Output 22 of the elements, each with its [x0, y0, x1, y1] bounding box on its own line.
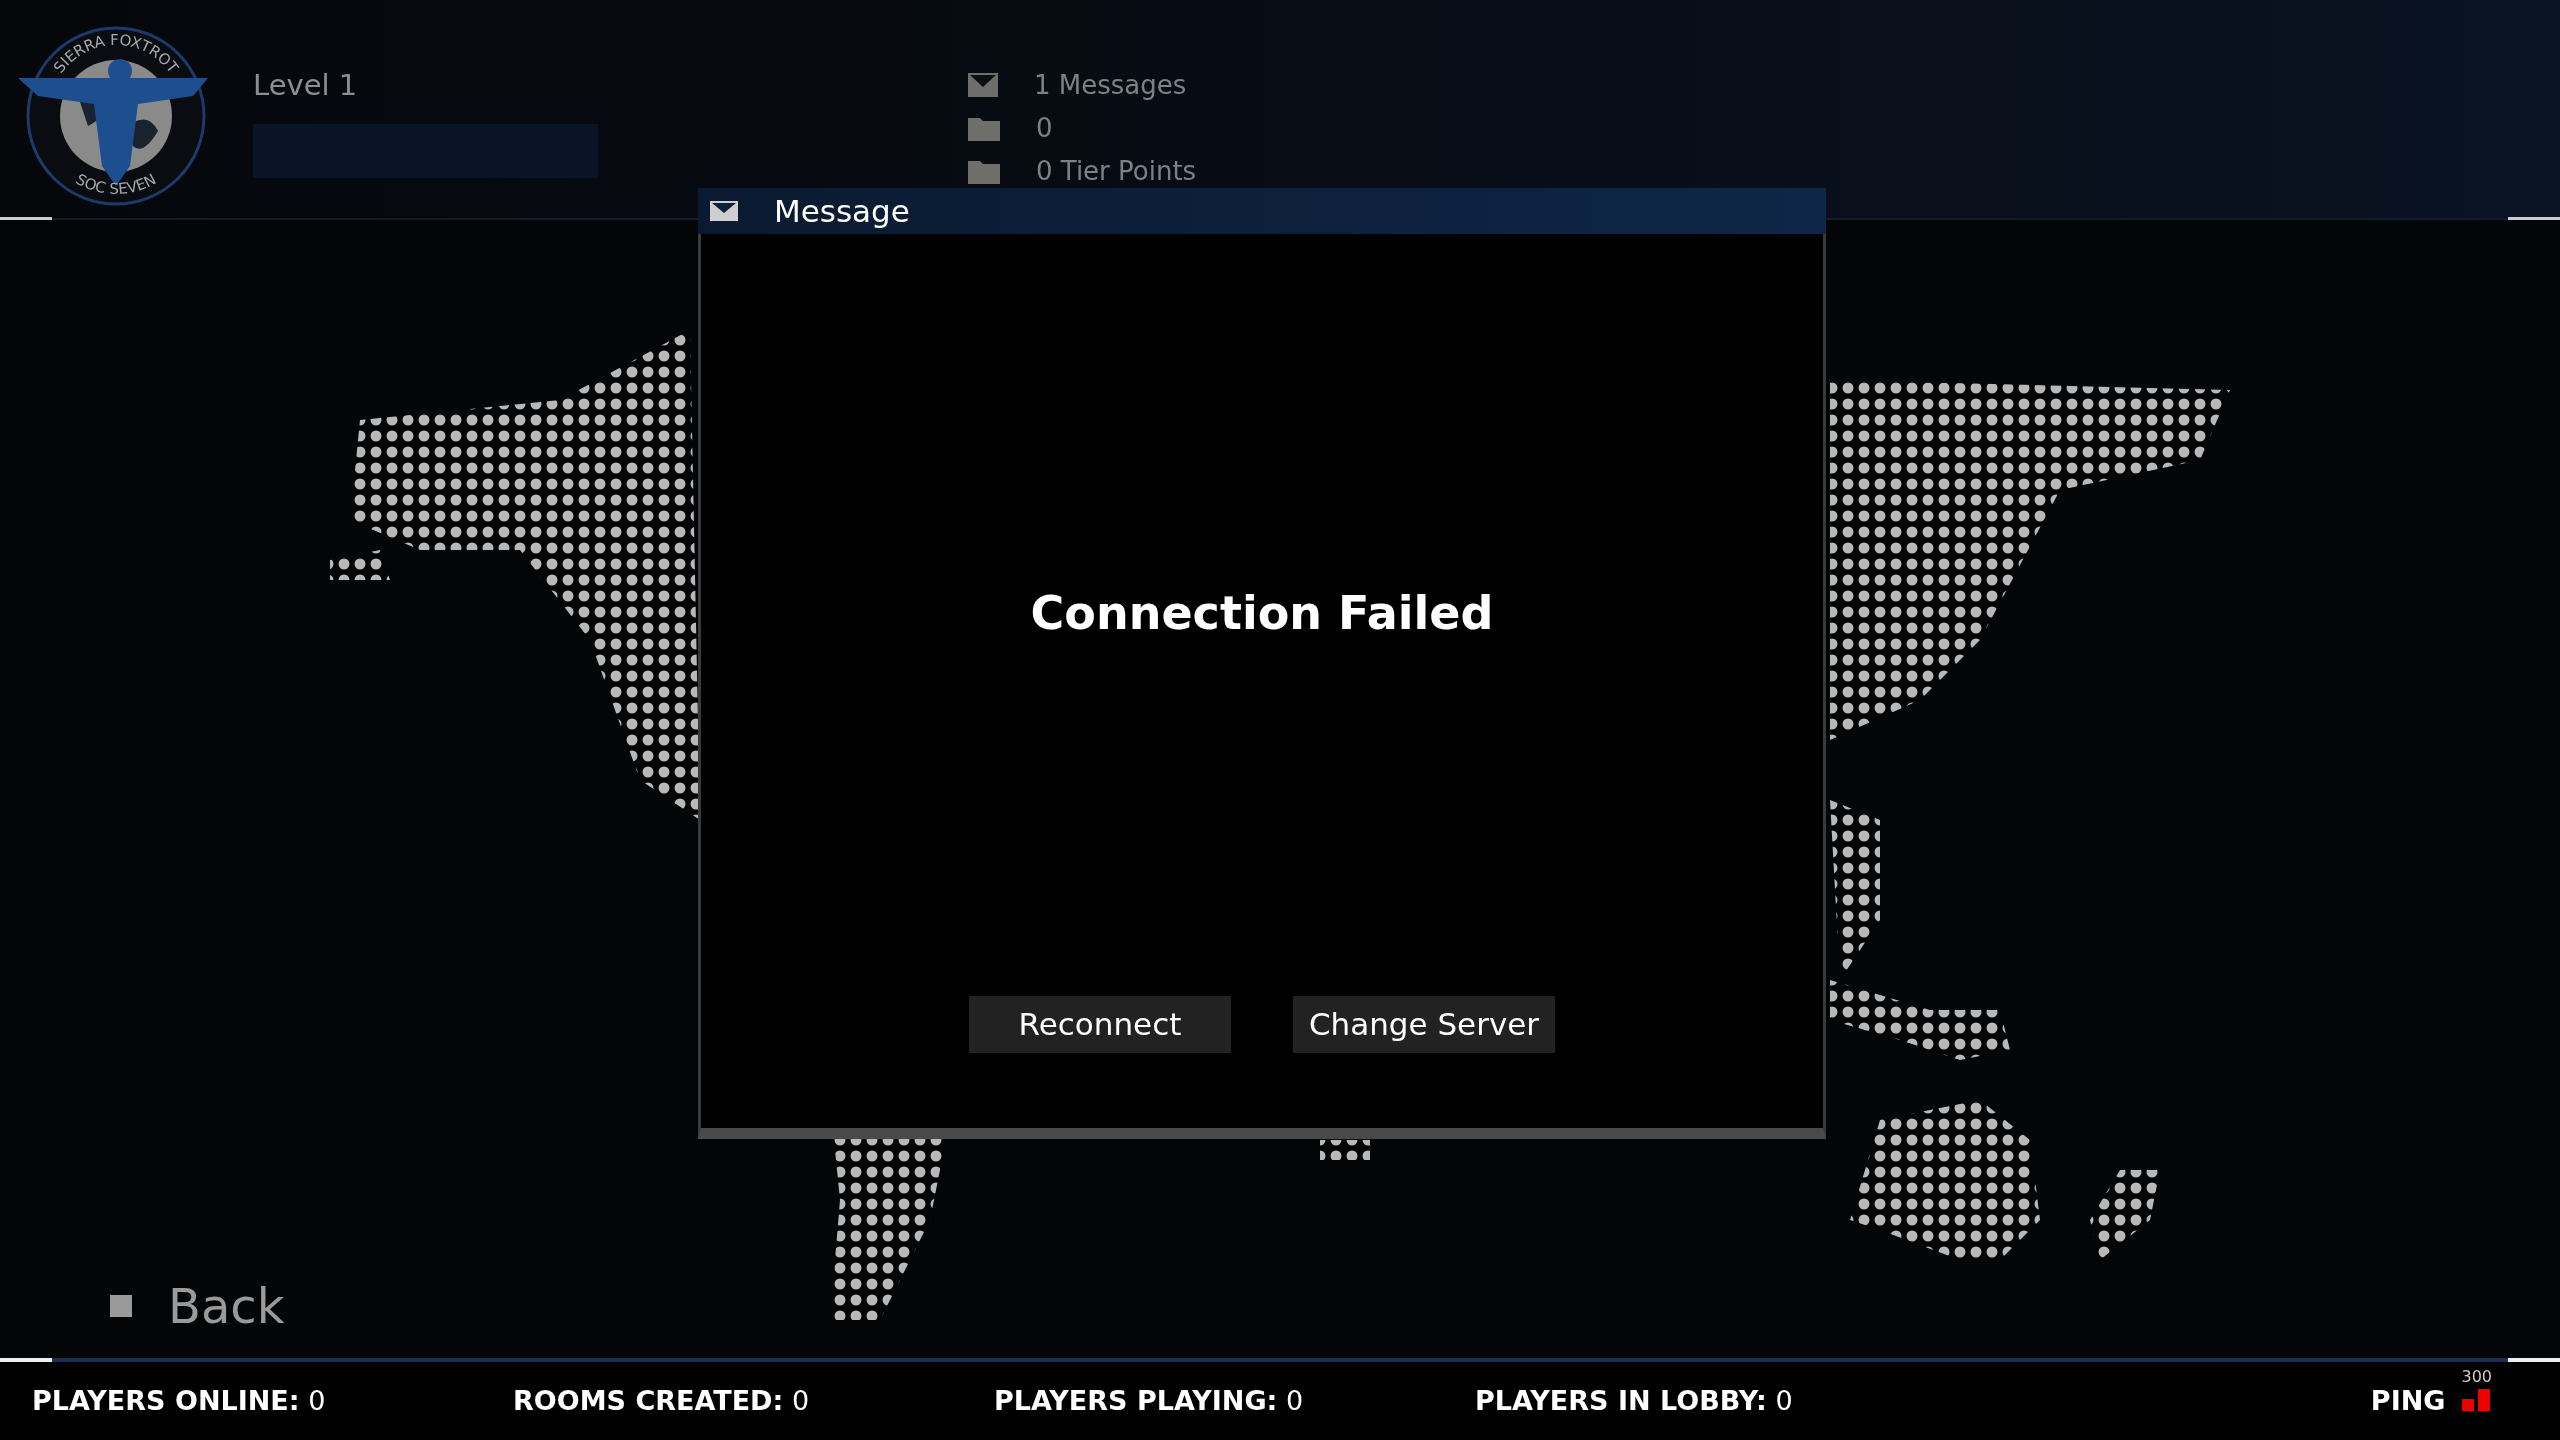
envelope-icon — [710, 201, 738, 221]
dialog-title: Message — [774, 191, 910, 231]
dialog-button[interactable]: Reconnect — [969, 996, 1231, 1053]
stat-text: 0 Tier Points — [1036, 158, 1197, 184]
logo-bottom-text: SOC SEVEN — [72, 170, 160, 199]
status-stat: PLAYERS PLAYING: 0 — [994, 1383, 1305, 1418]
ping-reading: 300 — [2461, 1369, 2492, 1385]
level-label: Level 1 — [253, 67, 359, 104]
folder-icon — [968, 115, 1000, 141]
back-button[interactable]: Back — [168, 1270, 285, 1342]
status-stat: PLAYERS IN LOBBY: 0 — [1475, 1383, 1794, 1418]
dialog-button[interactable]: Change Server — [1293, 996, 1555, 1053]
ping-label: PING — [2370, 1383, 2446, 1418]
square-icon — [110, 1295, 132, 1317]
dialog-message: Connection Failed — [1030, 585, 1494, 642]
folder-icon — [968, 158, 1000, 184]
stat-text: 0 — [1036, 115, 1053, 141]
envelope-icon — [968, 73, 998, 97]
signal-bars-icon — [2461, 1389, 2492, 1411]
status-stat: PLAYERS ONLINE: 0 — [32, 1383, 327, 1418]
stat-text: 1 Messages — [1034, 72, 1187, 98]
status-stat: ROOMS CREATED: 0 — [513, 1383, 811, 1418]
